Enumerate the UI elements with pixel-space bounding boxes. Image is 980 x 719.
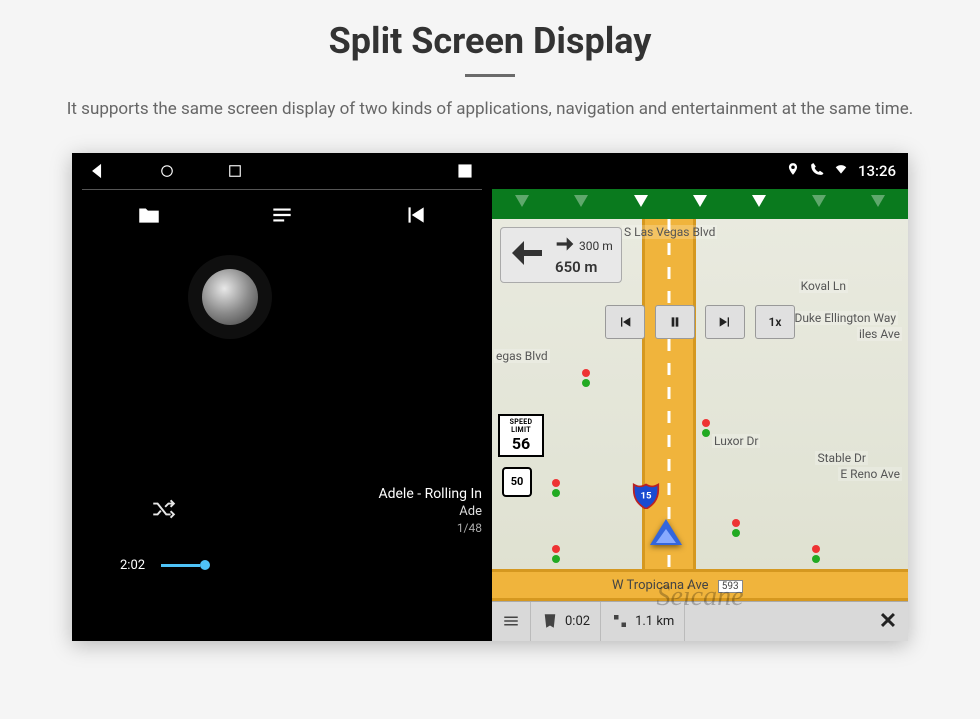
street-label: S Las Vegas Blvd: [622, 225, 717, 239]
lane-arrow: [849, 189, 908, 219]
page-subtitle: It supports the same screen display of t…: [60, 97, 920, 123]
lane-arrow: [492, 189, 551, 219]
playlist-icon[interactable]: [269, 202, 295, 232]
traffic-light-icon: [582, 369, 590, 389]
wifi-icon: [834, 162, 848, 180]
interstate-shield-icon: 15: [632, 481, 660, 509]
distance-cell[interactable]: 1.1 km: [601, 602, 685, 641]
android-nav-bar: [72, 153, 492, 189]
traffic-light-icon: [552, 479, 560, 499]
eta-cell[interactable]: 0:02: [531, 602, 601, 641]
menu-button[interactable]: [492, 602, 531, 641]
lane-arrow: [551, 189, 610, 219]
player-bottom-bar: [82, 189, 482, 245]
street-label: Duke Ellington Way: [792, 311, 898, 325]
title-underline: [465, 74, 515, 77]
speed-limit-label: SPEED LIMIT: [500, 418, 542, 434]
primary-distance: 650 m: [555, 258, 613, 276]
street-label: Stable Dr: [815, 451, 868, 465]
eta-time: 0:02: [565, 614, 590, 629]
home-icon[interactable]: [158, 162, 176, 180]
map-next-button[interactable]: [705, 305, 745, 339]
traffic-light-icon: [732, 519, 740, 539]
navigation-cursor-icon: [650, 519, 682, 545]
map-canvas[interactable]: S Las Vegas Blvd Koval Ln Duke Ellington…: [492, 219, 908, 641]
lane-arrow: [789, 189, 848, 219]
clock: 13:26: [858, 162, 896, 180]
street-label: iles Ave: [857, 327, 902, 341]
playback-speed-button[interactable]: 1x: [755, 305, 795, 339]
previous-track-icon[interactable]: [402, 202, 428, 232]
track-info: Adele - Rolling In Ade 1/48: [378, 486, 482, 535]
lane-arrow: [670, 189, 729, 219]
speed-limit-sign: SPEED LIMIT 56: [498, 414, 544, 457]
seek-bar[interactable]: [161, 564, 484, 567]
turn-instruction-panel: 300 m 650 m: [500, 227, 622, 283]
back-icon[interactable]: [90, 162, 108, 180]
phone-icon: [810, 162, 824, 180]
street-number-badge: 593: [718, 580, 743, 593]
progress-row: 2:02: [120, 558, 492, 573]
shuffle-icon[interactable]: [150, 496, 176, 526]
lane-arrow: [611, 189, 670, 219]
track-artist: Ade: [378, 504, 482, 519]
route-shield: 50: [502, 467, 532, 497]
secondary-distance: 300 m: [579, 239, 613, 253]
elapsed-time: 2:02: [120, 558, 145, 573]
music-player-pane: Adele - Rolling In Ade 1/48 2:02: [72, 153, 492, 641]
current-street: W Tropicana Ave 593: [612, 578, 743, 593]
map-footer-bar: 0:02 1.1 km ✕: [492, 601, 908, 641]
track-index: 1/48: [378, 521, 482, 535]
traffic-light-icon: [702, 419, 710, 439]
remaining-distance: 1.1 km: [635, 614, 674, 629]
svg-text:15: 15: [640, 490, 652, 501]
lane-guidance: [492, 189, 908, 219]
map-pause-button[interactable]: [655, 305, 695, 339]
street-label: Koval Ln: [799, 279, 848, 293]
street-label: E Reno Ave: [838, 467, 902, 481]
location-icon: [786, 162, 800, 180]
turn-left-icon: [509, 235, 545, 275]
map-media-controls: 1x: [605, 305, 795, 339]
page-title: Split Screen Display: [0, 20, 980, 62]
speed-limit-value: 56: [500, 434, 542, 453]
navigation-pane: 13:26 S Las Vegas Blvd Koval Ln Duke Ell…: [492, 153, 908, 641]
turn-right-icon: [555, 234, 575, 258]
street-label: Luxor Dr: [712, 434, 760, 448]
track-title: Adele - Rolling In: [378, 486, 482, 502]
traffic-light-icon: [812, 545, 820, 565]
player-body: Adele - Rolling In Ade 1/48 2:02: [72, 189, 492, 641]
screenshot-icon[interactable]: [456, 162, 474, 180]
lane-arrow: [730, 189, 789, 219]
floating-action-button[interactable]: [202, 269, 258, 325]
traffic-light-icon: [552, 545, 560, 565]
close-button[interactable]: ✕: [868, 609, 908, 634]
recent-apps-icon[interactable]: [226, 162, 244, 180]
map-prev-button[interactable]: [605, 305, 645, 339]
device-screenshot: Adele - Rolling In Ade 1/48 2:02: [72, 153, 908, 641]
folder-icon[interactable]: [136, 202, 162, 232]
status-bar: 13:26: [492, 153, 908, 189]
street-label: egas Blvd: [494, 349, 550, 363]
